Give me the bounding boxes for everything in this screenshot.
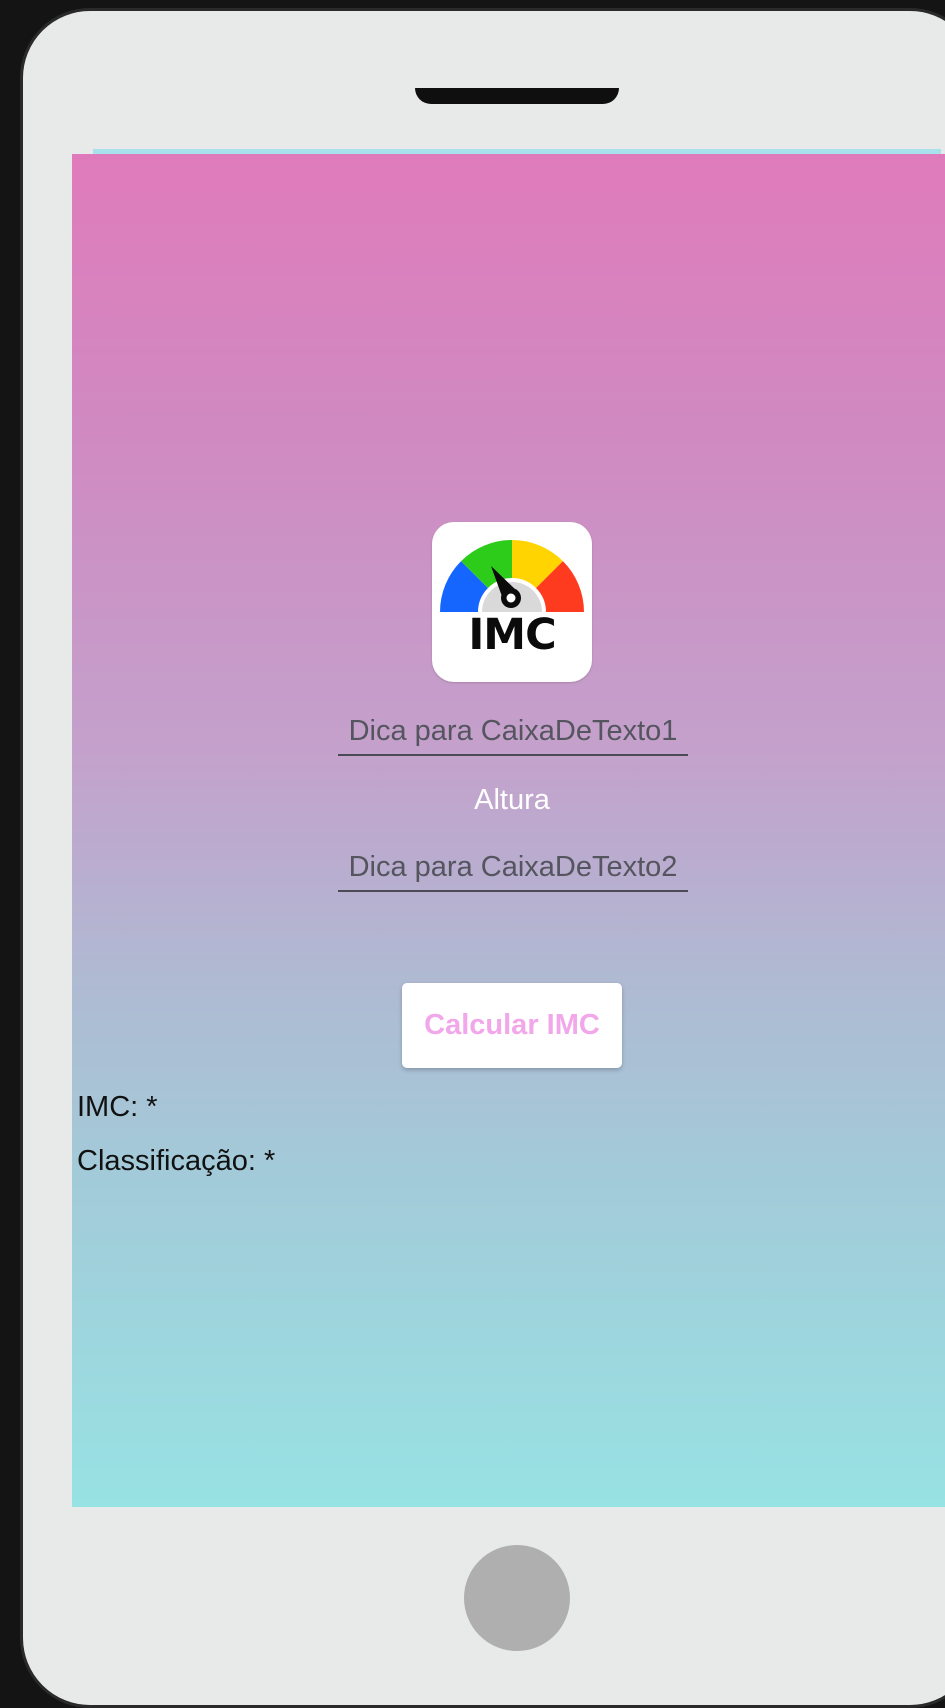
app-screen: IMC Peso Altura Calcular IMC IMC: * Clas… xyxy=(72,154,945,1507)
altura-field[interactable] xyxy=(338,844,688,892)
home-button[interactable] xyxy=(464,1545,570,1651)
altura-input[interactable] xyxy=(338,844,688,890)
calcular-imc-button[interactable]: Calcular IMC xyxy=(402,983,622,1068)
phone-frame: IMC Peso Altura Calcular IMC IMC: * Clas… xyxy=(20,8,945,1708)
peso-field[interactable] xyxy=(338,708,688,756)
altura-label: Altura xyxy=(474,784,550,816)
phone-speaker xyxy=(415,88,619,104)
classificacao-result: Classificação: * xyxy=(77,1145,276,1177)
peso-label: Peso xyxy=(478,649,546,681)
peso-input[interactable] xyxy=(338,708,688,754)
imc-result: IMC: * xyxy=(77,1091,158,1123)
